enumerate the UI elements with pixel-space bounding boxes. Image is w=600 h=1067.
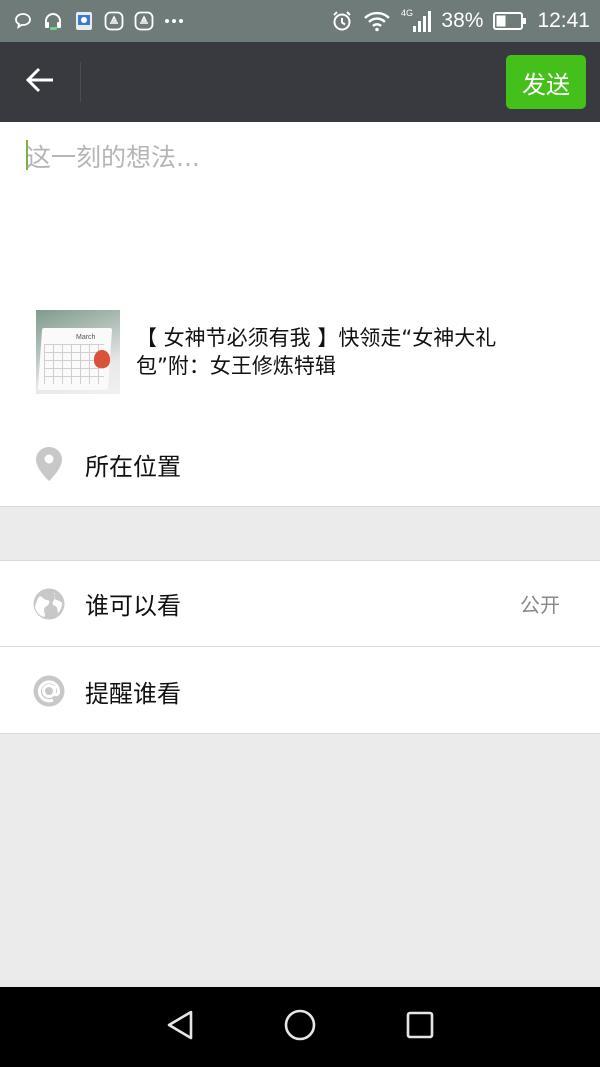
wifi-icon <box>363 10 391 32</box>
status-left-icons <box>14 10 331 32</box>
visibility-value: 公开 <box>520 593 560 617</box>
shared-link-card[interactable]: March 【 女神节必须有我 】快领走“女神大礼包”附：女王修炼特辑 <box>36 309 576 395</box>
home-circle-icon <box>283 1008 317 1046</box>
recents-square-icon <box>405 1010 435 1044</box>
chat-bubble-icon <box>14 12 32 30</box>
mention-row[interactable]: 提醒谁看 <box>0 648 600 734</box>
battery-percent: 38% <box>441 9 484 32</box>
headset-icon <box>42 10 64 32</box>
globe-icon <box>32 587 66 621</box>
header-divider <box>80 62 81 102</box>
moment-text-input[interactable] <box>26 138 576 288</box>
visibility-label: 谁可以看 <box>85 592 181 620</box>
status-bar: 4G 38% 12:41 <box>0 0 600 42</box>
alarm-icon <box>331 10 353 32</box>
svg-text:4G: 4G <box>401 8 413 18</box>
at-sign-icon <box>32 674 66 708</box>
arrow-left-icon <box>25 66 55 98</box>
nav-home-button[interactable] <box>275 1002 325 1052</box>
visibility-row[interactable]: 谁可以看 公开 <box>0 561 600 647</box>
send-button[interactable]: 发送 <box>506 55 586 109</box>
signal-icon: 4G <box>401 8 432 34</box>
nav-back-button[interactable] <box>155 1002 205 1052</box>
location-pin-icon <box>32 447 66 481</box>
settings-group: 谁可以看 公开 提醒谁看 <box>0 560 600 734</box>
battery-icon <box>493 11 527 31</box>
nav-recents-button[interactable] <box>395 1002 445 1052</box>
back-triangle-icon <box>165 1009 195 1045</box>
clock: 12:41 <box>537 9 590 32</box>
status-right-icons: 4G 38% 12:41 <box>331 8 590 34</box>
shared-link-thumbnail: March <box>36 310 120 394</box>
huawei-app-icon <box>104 11 124 31</box>
huawei-app-icon-2 <box>134 11 154 31</box>
app-header: 发送 <box>0 42 600 122</box>
calendar-decoration <box>94 350 110 368</box>
compose-section: March 【 女神节必须有我 】快领走“女神大礼包”附：女王修炼特辑 所在位置 <box>0 122 600 507</box>
back-button[interactable] <box>0 42 80 122</box>
shared-link-title: 【 女神节必须有我 】快领走“女神大礼包”附：女王修炼特辑 <box>136 326 497 378</box>
more-dots-icon <box>164 18 184 24</box>
text-cursor <box>26 140 28 170</box>
location-row[interactable]: 所在位置 <box>0 422 600 507</box>
app-icon <box>74 10 94 32</box>
mention-label: 提醒谁看 <box>85 679 181 708</box>
location-label: 所在位置 <box>85 452 181 481</box>
system-nav-bar <box>0 987 600 1067</box>
thumbnail-text: March <box>76 334 96 341</box>
